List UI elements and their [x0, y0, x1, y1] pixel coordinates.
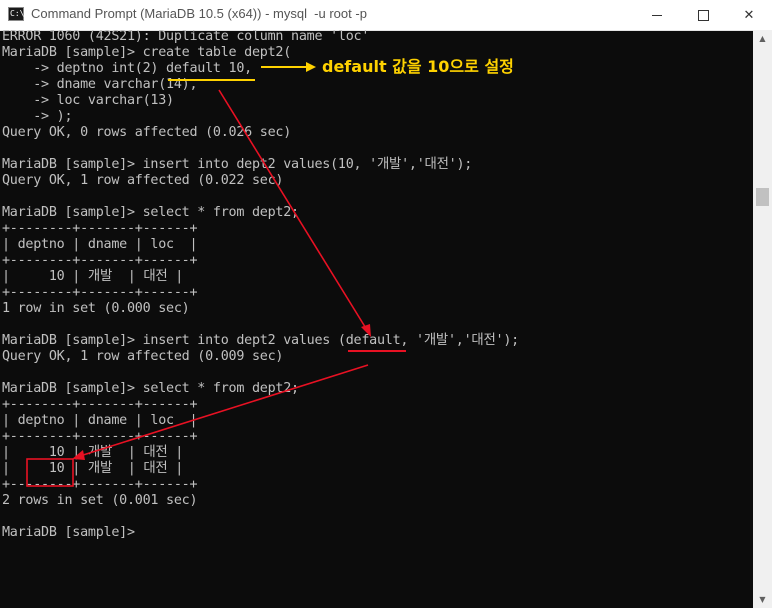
- console-line: | 10 | 개발 | 대전 |: [2, 445, 184, 460]
- console-line: +--------+-------+------+: [2, 285, 198, 300]
- console-line: -> );: [2, 109, 73, 124]
- console-line: +--------+-------+------+: [2, 221, 198, 236]
- scroll-up-arrow-icon[interactable]: ▲: [753, 30, 772, 47]
- console-line: | deptno | dname | loc |: [2, 237, 198, 252]
- console-line: 2 rows in set (0.001 sec): [2, 493, 198, 508]
- console-line: ERROR 1060 (42S21): Duplicate column nam…: [2, 29, 370, 44]
- console-line: MariaDB [sample]> select * from dept2;: [2, 205, 299, 220]
- minimize-icon: [652, 14, 662, 16]
- console-line: +--------+-------+------+: [2, 429, 198, 444]
- command-prompt-app-icon[interactable]: C:\: [8, 7, 24, 21]
- maximize-button[interactable]: [680, 0, 726, 30]
- vertical-scrollbar[interactable]: ▲ ▼: [753, 30, 772, 608]
- console-line: +--------+-------+------+: [2, 253, 198, 268]
- title-bar[interactable]: C:\ Command Prompt (MariaDB 10.5 (x64)) …: [0, 0, 772, 31]
- console-line: +--------+-------+------+: [2, 397, 198, 412]
- maximize-icon: [697, 9, 709, 21]
- console-line: 1 row in set (0.000 sec): [2, 301, 190, 316]
- window-title: Command Prompt (MariaDB 10.5 (x64)) - my…: [31, 6, 367, 21]
- console-line: Query OK, 1 row affected (0.009 sec): [2, 349, 284, 364]
- console-line: MariaDB [sample]> select * from dept2;: [2, 381, 299, 396]
- console-line: | 10 | 개발 | 대전 |: [2, 269, 184, 284]
- console-line: MariaDB [sample]> insert into dept2 valu…: [2, 333, 519, 348]
- console-line: +--------+-------+------+: [2, 477, 198, 492]
- close-icon: ✕: [743, 7, 755, 23]
- console-line: MariaDB [sample]>: [2, 525, 135, 540]
- console-line: Query OK, 1 row affected (0.022 sec): [2, 173, 284, 188]
- console-line: | deptno | dname | loc |: [2, 413, 198, 428]
- terminal-window: C:\ Command Prompt (MariaDB 10.5 (x64)) …: [0, 0, 772, 608]
- scrollbar-thumb[interactable]: [756, 188, 769, 206]
- console-line: MariaDB [sample]> insert into dept2 valu…: [2, 157, 473, 172]
- minimize-button[interactable]: [634, 0, 680, 30]
- annotation-label: default 값을 10으로 설정: [322, 57, 514, 76]
- close-button[interactable]: ✕: [726, 0, 772, 30]
- console-line: -> dname varchar(14),: [2, 77, 198, 92]
- console-line: | 10 | 개발 | 대전 |: [2, 461, 184, 476]
- scroll-down-arrow-icon[interactable]: ▼: [753, 591, 772, 608]
- console-line: Query OK, 0 rows affected (0.026 sec): [2, 125, 292, 140]
- console-line: -> loc varchar(13): [2, 93, 174, 108]
- console-output[interactable]: ERROR 1060 (42S21): Duplicate column nam…: [2, 29, 752, 608]
